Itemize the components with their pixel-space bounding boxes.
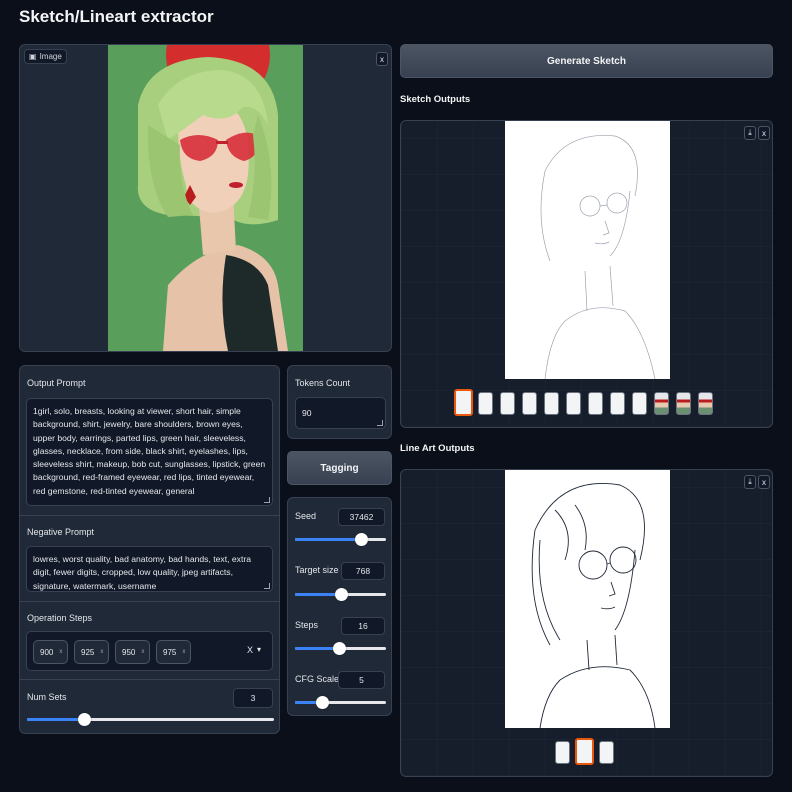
- tokens-count-field[interactable]: 90: [295, 397, 386, 429]
- slider-thumb[interactable]: [334, 588, 348, 601]
- gallery-thumbnail[interactable]: [555, 741, 570, 764]
- num-sets-label: Num Sets: [27, 692, 67, 702]
- negative-prompt-label: Negative Prompt: [27, 527, 95, 537]
- slider-fill: [27, 718, 84, 721]
- divider: [20, 601, 279, 602]
- image-label: ▣ Image: [24, 49, 67, 64]
- tokens-panel: Tokens Count 90: [287, 365, 392, 439]
- slider-thumb[interactable]: [354, 533, 368, 546]
- target-size-input[interactable]: 768: [341, 562, 385, 580]
- gallery-thumbnail[interactable]: [698, 392, 713, 415]
- cfg-scale-label: CFG Scale: [295, 674, 340, 684]
- clear-all-icon[interactable]: X: [247, 645, 253, 655]
- resize-handle[interactable]: [264, 497, 270, 503]
- lineart-download-icon[interactable]: ⤓: [744, 475, 756, 489]
- seed-input[interactable]: 37462: [338, 508, 385, 526]
- cfg-scale-slider[interactable]: [295, 696, 386, 709]
- gallery-thumbnail[interactable]: [544, 392, 559, 415]
- slider-fill: [295, 593, 341, 596]
- step-chip[interactable]: 900 x: [33, 640, 68, 664]
- gallery-thumbnail[interactable]: [478, 392, 493, 415]
- cfg-scale-input[interactable]: 5: [338, 671, 385, 689]
- chip-remove-icon[interactable]: x: [100, 649, 103, 655]
- seed-slider[interactable]: [295, 533, 386, 546]
- operation-steps-multiselect[interactable]: 900 x 925 x 950 x 975 x X ▾: [26, 631, 273, 671]
- lineart-outputs-label: Line Art Outputs: [400, 443, 475, 454]
- image-icon: ▣: [29, 52, 37, 61]
- gallery-thumbnail[interactable]: [632, 392, 647, 415]
- negative-prompt-textarea[interactable]: lowres, worst quality, bad anatomy, bad …: [26, 546, 273, 592]
- step-chip[interactable]: 925 x: [74, 640, 109, 664]
- steps-label: Steps: [295, 620, 319, 630]
- gallery-thumbnail[interactable]: [454, 389, 473, 416]
- gallery-thumbnail[interactable]: [522, 392, 537, 415]
- divider: [20, 679, 279, 680]
- sketch-outputs-label: Sketch Outputs: [400, 94, 471, 105]
- step-chip[interactable]: 975 x: [156, 640, 191, 664]
- chip-remove-icon[interactable]: x: [182, 649, 185, 655]
- gallery-thumbnail[interactable]: [566, 392, 581, 415]
- image-input-panel[interactable]: ▣ Image x: [19, 44, 392, 352]
- gallery-thumbnail[interactable]: [500, 392, 515, 415]
- slider-thumb[interactable]: [77, 713, 91, 726]
- lineart-outputs-gallery[interactable]: ⤓ x: [400, 469, 773, 777]
- uploaded-image: [108, 45, 303, 351]
- sketch-outputs-gallery[interactable]: ⤓ x: [400, 120, 773, 428]
- tokens-count-label: Tokens Count: [295, 378, 351, 388]
- target-size-label: Target size: [295, 565, 339, 575]
- gallery-thumbnail[interactable]: [654, 392, 669, 415]
- num-sets-input[interactable]: 3: [233, 688, 273, 708]
- output-prompt-label: Output Prompt: [27, 378, 86, 388]
- steps-input[interactable]: 16: [341, 617, 385, 635]
- resize-handle[interactable]: [264, 583, 270, 589]
- chip-remove-icon[interactable]: x: [141, 649, 144, 655]
- prompt-panel: Output Prompt 1girl, solo, breasts, look…: [19, 365, 280, 734]
- sketch-close-button[interactable]: x: [758, 126, 770, 140]
- gallery-thumbnail[interactable]: [676, 392, 691, 415]
- params-panel: Seed 37462 Target size 768 Steps 16 CFG …: [287, 497, 392, 716]
- divider: [20, 515, 279, 516]
- num-sets-slider[interactable]: [27, 713, 274, 726]
- chevron-down-icon[interactable]: ▾: [257, 645, 261, 654]
- operation-steps-label: Operation Steps: [27, 613, 93, 623]
- step-chip[interactable]: 950 x: [115, 640, 150, 664]
- lineart-close-button[interactable]: x: [758, 475, 770, 489]
- tagging-button[interactable]: Tagging: [287, 451, 392, 485]
- lineart-preview-image: [505, 470, 670, 728]
- gallery-thumbnail[interactable]: [599, 741, 614, 764]
- gallery-thumbnail[interactable]: [575, 738, 594, 765]
- image-clear-button[interactable]: x: [376, 52, 388, 66]
- sketch-download-icon[interactable]: ⤓: [744, 126, 756, 140]
- slider-thumb[interactable]: [332, 642, 346, 655]
- gallery-thumbnail[interactable]: [588, 392, 603, 415]
- resize-handle[interactable]: [377, 420, 383, 426]
- chip-remove-icon[interactable]: x: [59, 649, 62, 655]
- target-size-slider[interactable]: [295, 588, 386, 601]
- slider-fill: [295, 538, 361, 541]
- slider-thumb[interactable]: [316, 696, 330, 709]
- steps-slider[interactable]: [295, 642, 386, 655]
- app-title: Sketch/Lineart extractor: [19, 7, 214, 26]
- seed-label: Seed: [295, 511, 317, 521]
- generate-sketch-button[interactable]: Generate Sketch: [400, 44, 773, 78]
- gallery-thumbnail[interactable]: [610, 392, 625, 415]
- sketch-preview-image: [505, 121, 670, 379]
- output-prompt-textarea[interactable]: 1girl, solo, breasts, looking at viewer,…: [26, 398, 273, 506]
